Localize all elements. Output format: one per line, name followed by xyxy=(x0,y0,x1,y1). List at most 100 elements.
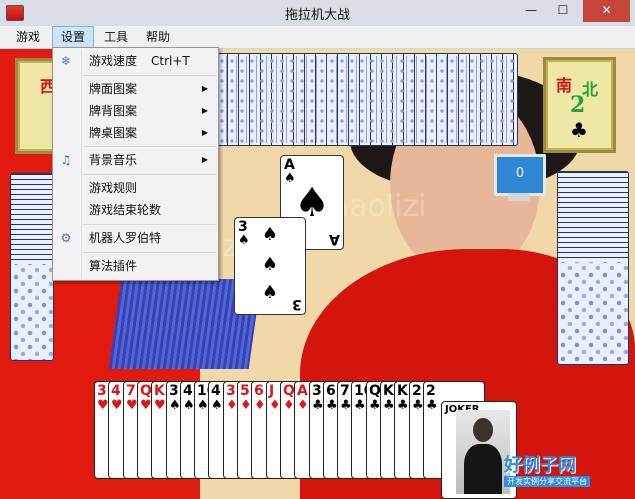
card-suit: ♣ xyxy=(340,398,352,413)
card-suit: ♠ xyxy=(169,398,181,413)
card-rank: 4 xyxy=(211,383,221,399)
card-suit: ♥ xyxy=(154,398,166,413)
menu-item-background-music[interactable]: ♫ 背景音乐 ▶ xyxy=(55,149,216,171)
menu-tools[interactable]: 工具 xyxy=(96,26,136,48)
menu-item-label: 机器人罗伯特 xyxy=(89,231,162,245)
card-rank: A xyxy=(284,157,295,173)
level-label: 2 xyxy=(570,92,586,118)
menu-item-game-rules[interactable]: 游戏规则 xyxy=(55,177,216,199)
card-rank: 7 xyxy=(126,383,136,399)
card-rank: 3 xyxy=(226,383,236,399)
spade-icon: ♠ xyxy=(261,224,279,245)
menu-item-card-face[interactable]: 牌面图案 ▶ xyxy=(55,78,216,100)
menu-separator xyxy=(83,174,216,175)
card-suit: ♥ xyxy=(126,398,138,413)
menu-help[interactable]: 帮助 xyxy=(138,26,178,48)
menu-item-shortcut: Ctrl+T xyxy=(151,54,190,68)
card-rank: 3 xyxy=(312,383,322,399)
card-suit: ♦ xyxy=(240,398,252,413)
card-rank: 3 xyxy=(169,383,179,399)
card-rank: 4 xyxy=(111,383,121,399)
card-back-edges xyxy=(558,172,628,262)
card-suit: ♣ xyxy=(312,398,324,413)
menu-item-card-back[interactable]: 牌背图案 ▶ xyxy=(55,100,216,122)
card-rank: 2 xyxy=(426,383,436,399)
card-rank: K xyxy=(383,383,394,399)
robot-icon: ⚙ xyxy=(60,231,72,245)
portrait-body xyxy=(464,444,502,494)
card-suit: ♣ xyxy=(326,398,338,413)
player-panel-south: 南 北 2 ♣ xyxy=(546,60,613,150)
menu-item-label: 游戏规则 xyxy=(89,181,138,195)
card-suit: ♣ xyxy=(412,398,424,413)
snowflake-icon: ❄ xyxy=(60,54,72,68)
card-suit: ♣ xyxy=(397,398,409,413)
menu-settings[interactable]: 设置 xyxy=(52,26,95,48)
north-hand-card-backs xyxy=(204,53,518,146)
submenu-arrow-icon: ▶ xyxy=(201,106,208,115)
card-rank-bottom: A xyxy=(329,231,340,247)
menu-item-algorithm-plugin[interactable]: 算法插件 xyxy=(55,255,216,277)
spade-icon: ♠ xyxy=(261,254,279,275)
menu-item-robot[interactable]: ⚙ 机器人罗伯特 xyxy=(55,227,216,249)
card-rank: 2 xyxy=(412,383,422,399)
card-suit: ♠ xyxy=(183,398,195,413)
trump-suit-icon: ♣ xyxy=(570,118,588,142)
menu-item-label: 游戏速度 xyxy=(89,54,138,68)
joker-portrait xyxy=(456,410,510,494)
card-suit: ♦ xyxy=(269,398,281,413)
menu-bar: 游戏 设置 工具 帮助 xyxy=(0,26,635,49)
menu-item-label: 算法插件 xyxy=(89,259,138,273)
card-suit: ♦ xyxy=(254,398,266,413)
card-suit: ♥ xyxy=(111,398,123,413)
settings-dropdown-menu: ❄ 游戏速度 Ctrl+T 牌面图案 ▶ 牌背图案 ▶ 牌桌图案 ▶ ♫ 背景音… xyxy=(52,47,219,281)
card-suit: ♦ xyxy=(283,398,295,413)
submenu-arrow-icon: ▶ xyxy=(201,128,208,137)
close-button[interactable]: ✕ xyxy=(583,0,630,22)
west-hand-card-backs xyxy=(10,173,54,361)
card-suit: ♠ xyxy=(211,398,223,413)
card-rank: A xyxy=(297,383,308,399)
card-rank: 4 xyxy=(183,383,193,399)
menu-item-label: 牌面图案 xyxy=(89,82,138,96)
menu-item-end-rounds[interactable]: 游戏结束轮数 xyxy=(55,199,216,221)
card-rank-bottom: 3 xyxy=(292,296,302,312)
card-rank: K xyxy=(397,383,408,399)
card-suit: ♦ xyxy=(297,398,309,413)
minimize-button[interactable]: — xyxy=(517,0,545,22)
menu-separator xyxy=(83,146,216,147)
music-note-icon: ♫ xyxy=(60,153,72,167)
monitor-stand xyxy=(508,193,530,201)
card-suit: ♣ xyxy=(383,398,395,413)
card-suit: ♥ xyxy=(140,398,152,413)
menu-item-game-speed[interactable]: ❄ 游戏速度 Ctrl+T xyxy=(55,50,216,72)
menu-separator xyxy=(83,75,216,76)
score-monitor: 0 xyxy=(494,154,546,196)
menu-game[interactable]: 游戏 xyxy=(8,26,48,48)
card-rank: 5 xyxy=(240,383,250,399)
card-back-pattern xyxy=(207,56,515,143)
card-suit: ♣ xyxy=(369,398,381,413)
title-bar: 拖拉机大战 — ☐ ✕ xyxy=(0,0,635,27)
submenu-arrow-icon: ▶ xyxy=(201,155,208,164)
menu-item-label: 牌桌图案 xyxy=(89,126,138,140)
joker-label: JOKER xyxy=(445,405,480,415)
maximize-button[interactable]: ☐ xyxy=(549,0,577,22)
card-rank: 6 xyxy=(326,383,336,399)
menu-separator xyxy=(83,252,216,253)
card-rank: J xyxy=(269,383,275,399)
menu-item-label: 牌背图案 xyxy=(89,104,138,118)
east-hand-card-backs xyxy=(557,171,629,365)
played-card: 3 ♠ ♠ ♠ ♠ 3 xyxy=(234,217,306,315)
card-suit: ♦ xyxy=(226,398,238,413)
brand-name: 好例子网 xyxy=(504,455,576,476)
card-rank: 6 xyxy=(254,383,264,399)
card-suit: ♥ xyxy=(97,398,109,413)
card-rank: K xyxy=(154,383,165,399)
portrait-head xyxy=(473,418,493,442)
card-rank: 3 xyxy=(97,383,107,399)
menu-separator xyxy=(83,224,216,225)
menu-item-table-pattern[interactable]: 牌桌图案 ▶ xyxy=(55,122,216,144)
brand-watermark: 好例子网 开发实例分享交流平台 xyxy=(504,451,590,487)
card-rank: 7 xyxy=(340,383,350,399)
